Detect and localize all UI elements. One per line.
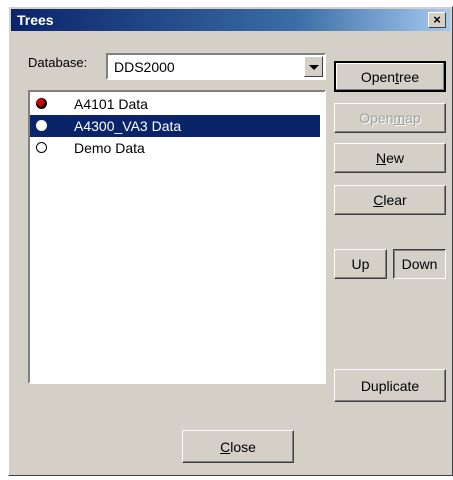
- window-title: Trees: [17, 12, 54, 28]
- title-bar[interactable]: Trees ×: [11, 9, 450, 31]
- up-button[interactable]: Up: [334, 249, 387, 279]
- trees-dialog: Trees × Database: DDS2000 A4101 Data A43…: [8, 6, 453, 476]
- button-hotkey: N: [375, 150, 387, 166]
- trees-list[interactable]: A4101 Data A4300_VA3 Data Demo Data: [28, 90, 326, 384]
- database-label: Database:: [28, 55, 88, 70]
- button-label: lear: [383, 192, 407, 208]
- clear-button[interactable]: Clear: [334, 185, 446, 215]
- list-item-label: Demo Data: [74, 140, 145, 156]
- button-label: ree: [398, 68, 420, 85]
- button-label: Open: [359, 110, 394, 126]
- list-item-label: A4101 Data: [74, 96, 148, 112]
- new-button[interactable]: New: [334, 143, 446, 173]
- close-button[interactable]: Close: [182, 430, 294, 463]
- down-button[interactable]: Down: [393, 249, 446, 279]
- list-item[interactable]: Demo Data: [30, 137, 320, 159]
- button-label: ew: [386, 150, 405, 166]
- dropdown-arrow-icon[interactable]: [304, 56, 323, 77]
- button-label: lose: [230, 438, 256, 455]
- button-label: ap: [405, 110, 421, 126]
- open-map-button[interactable]: Open m ap: [334, 103, 446, 133]
- list-item-label: A4300_VA3 Data: [74, 118, 182, 134]
- button-hotkey: C: [220, 438, 231, 455]
- button-hotkey: m: [393, 110, 406, 126]
- list-item[interactable]: A4101 Data: [30, 93, 320, 115]
- duplicate-button[interactable]: Duplicate: [334, 369, 446, 402]
- open-tree-icon: [36, 98, 47, 109]
- list-item[interactable]: A4300_VA3 Data: [30, 115, 320, 137]
- radio-empty-icon: [36, 142, 47, 153]
- close-window-button[interactable]: ×: [428, 12, 446, 28]
- database-value: DDS2000: [114, 59, 175, 75]
- button-label: Open: [360, 68, 396, 85]
- open-tree-button[interactable]: Open t ree: [334, 61, 446, 92]
- radio-icon: [36, 120, 47, 131]
- button-hotkey: C: [373, 192, 384, 208]
- database-select[interactable]: DDS2000: [106, 53, 326, 80]
